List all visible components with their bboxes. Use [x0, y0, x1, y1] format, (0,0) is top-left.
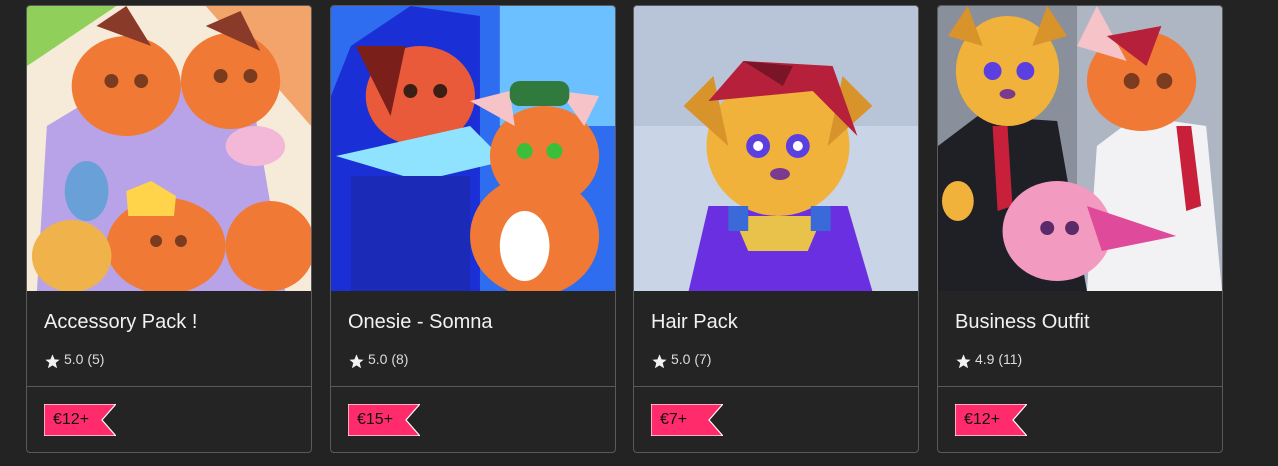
product-image	[27, 6, 311, 291]
product-card[interactable]: Onesie - Somna 5.0 (8) €15+	[330, 5, 616, 453]
product-thumbnail[interactable]	[331, 6, 615, 291]
review-count: (7)	[694, 351, 712, 367]
product-rating: 5.0 (8)	[348, 350, 408, 368]
product-rating: 5.0 (5)	[44, 350, 104, 368]
rating-value: 4.9	[975, 351, 995, 367]
price-badge: €12+	[955, 404, 1027, 436]
review-count: (11)	[998, 351, 1023, 367]
rating-value: 5.0	[64, 351, 84, 367]
product-title[interactable]: Accessory Pack !	[44, 311, 197, 334]
price-label: €12+	[53, 411, 90, 428]
rating-value: 5.0	[368, 351, 388, 367]
price-badge: €15+	[348, 404, 420, 436]
star-icon	[349, 353, 364, 368]
product-card[interactable]: Business Outfit 4.9 (11) €12+	[937, 5, 1223, 453]
card-divider	[331, 386, 615, 387]
product-card[interactable]: Accessory Pack ! 5.0 (5) €12+	[26, 5, 312, 453]
rating-value: 5.0	[671, 351, 691, 367]
product-rating: 5.0 (7)	[651, 350, 711, 368]
product-title[interactable]: Onesie - Somna	[348, 311, 493, 334]
card-divider	[938, 386, 1222, 387]
price-label: €7+	[660, 411, 688, 428]
review-count: (5)	[87, 351, 105, 367]
product-title[interactable]: Business Outfit	[955, 311, 1090, 334]
product-thumbnail[interactable]	[27, 6, 311, 291]
product-grid: Accessory Pack ! 5.0 (5) €12+ Onesie - S…	[0, 0, 1278, 466]
product-title[interactable]: Hair Pack	[651, 311, 738, 334]
card-divider	[27, 386, 311, 387]
product-rating: 4.9 (11)	[955, 350, 1022, 368]
star-icon	[956, 353, 971, 368]
price-label: €15+	[357, 411, 394, 428]
product-card[interactable]: Hair Pack 5.0 (7) €7+	[633, 5, 919, 453]
product-image	[938, 6, 1222, 291]
star-icon	[652, 353, 667, 368]
review-count: (8)	[391, 351, 409, 367]
price-label: €12+	[964, 411, 1001, 428]
price-badge: €7+	[651, 404, 723, 436]
product-thumbnail[interactable]	[634, 6, 918, 291]
product-image	[331, 6, 615, 291]
star-icon	[45, 353, 60, 368]
product-thumbnail[interactable]	[938, 6, 1222, 291]
price-badge: €12+	[44, 404, 116, 436]
card-divider	[634, 386, 918, 387]
product-image	[634, 6, 918, 291]
